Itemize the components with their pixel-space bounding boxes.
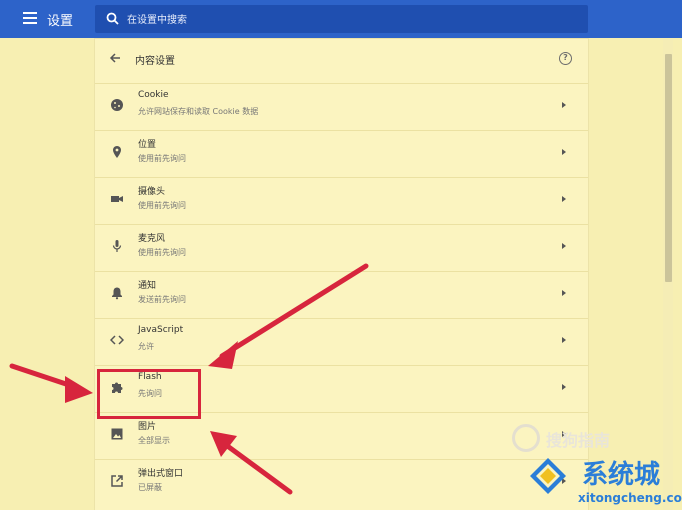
bell-icon bbox=[112, 287, 122, 300]
setting-label: 图片 bbox=[138, 422, 157, 432]
chevron-right-icon bbox=[562, 337, 566, 343]
setting-label: 通知 bbox=[138, 281, 157, 291]
cookie-icon bbox=[111, 99, 123, 111]
setting-row-camera[interactable]: 摄像头 使用前先询问 bbox=[95, 177, 588, 224]
image-icon bbox=[111, 428, 123, 440]
search-input[interactable]: 在设置中搜索 bbox=[127, 11, 187, 26]
xitongcheng-logo-icon bbox=[530, 458, 566, 494]
scrollbar-thumb[interactable] bbox=[665, 54, 672, 282]
microphone-icon bbox=[112, 240, 122, 252]
open-in-new-icon bbox=[111, 475, 123, 487]
panel-header: 内容设置 ? bbox=[95, 39, 588, 79]
setting-label: Cookie bbox=[138, 90, 169, 100]
menu-icon[interactable] bbox=[23, 12, 37, 24]
setting-description: 允许网站保存和读取 Cookie 数据 bbox=[138, 107, 259, 116]
setting-description: 发送前先询问 bbox=[138, 295, 186, 304]
setting-row-cookie[interactable]: Cookie 允许网站保存和读取 Cookie 数据 bbox=[95, 83, 588, 130]
setting-label: 位置 bbox=[138, 140, 157, 150]
setting-description: 允许 bbox=[138, 342, 154, 351]
chevron-right-icon bbox=[562, 243, 566, 249]
setting-row-notifications[interactable]: 通知 发送前先询问 bbox=[95, 271, 588, 318]
search-box[interactable]: 在设置中搜索 bbox=[95, 5, 588, 33]
chevron-right-icon bbox=[562, 102, 566, 108]
setting-description: 已屏蔽 bbox=[138, 483, 162, 492]
setting-description: 使用前先询问 bbox=[138, 248, 186, 257]
setting-description: 全部显示 bbox=[138, 436, 170, 445]
xitongcheng-watermark: 系统城 xitongcheng.com bbox=[522, 446, 682, 510]
setting-description: 使用前先询问 bbox=[138, 201, 186, 210]
code-icon bbox=[110, 335, 124, 345]
location-icon bbox=[113, 146, 121, 158]
setting-label: JavaScript bbox=[138, 325, 184, 335]
top-bar: 设置 在设置中搜索 bbox=[0, 0, 682, 38]
help-icon[interactable]: ? bbox=[559, 52, 572, 65]
setting-row-popups[interactable]: 弹出式窗口 已屏蔽 bbox=[95, 459, 588, 506]
page-title: 内容设置 bbox=[135, 56, 175, 67]
setting-label: 摄像头 bbox=[138, 187, 166, 197]
xitongcheng-watermark-text: 系统城 bbox=[582, 460, 661, 490]
search-icon bbox=[106, 12, 119, 25]
arrow-from-left bbox=[9, 363, 93, 403]
chevron-right-icon bbox=[562, 149, 566, 155]
setting-label: 麦克风 bbox=[138, 234, 166, 244]
setting-row-microphone[interactable]: 麦克风 使用前先询问 bbox=[95, 224, 588, 271]
camera-icon bbox=[111, 196, 123, 202]
setting-row-location[interactable]: 位置 使用前先询问 bbox=[95, 130, 588, 177]
back-arrow-icon[interactable] bbox=[109, 52, 121, 64]
setting-label: 弹出式窗口 bbox=[138, 469, 184, 479]
xitongcheng-watermark-url: xitongcheng.com bbox=[578, 491, 682, 505]
flash-highlight-box bbox=[97, 369, 201, 419]
setting-description: 使用前先询问 bbox=[138, 154, 186, 163]
chevron-right-icon bbox=[562, 384, 566, 390]
chevron-right-icon bbox=[562, 196, 566, 202]
chevron-right-icon bbox=[562, 290, 566, 296]
app-title: 设置 bbox=[47, 14, 74, 29]
setting-row-javascript[interactable]: JavaScript 允许 bbox=[95, 318, 588, 365]
